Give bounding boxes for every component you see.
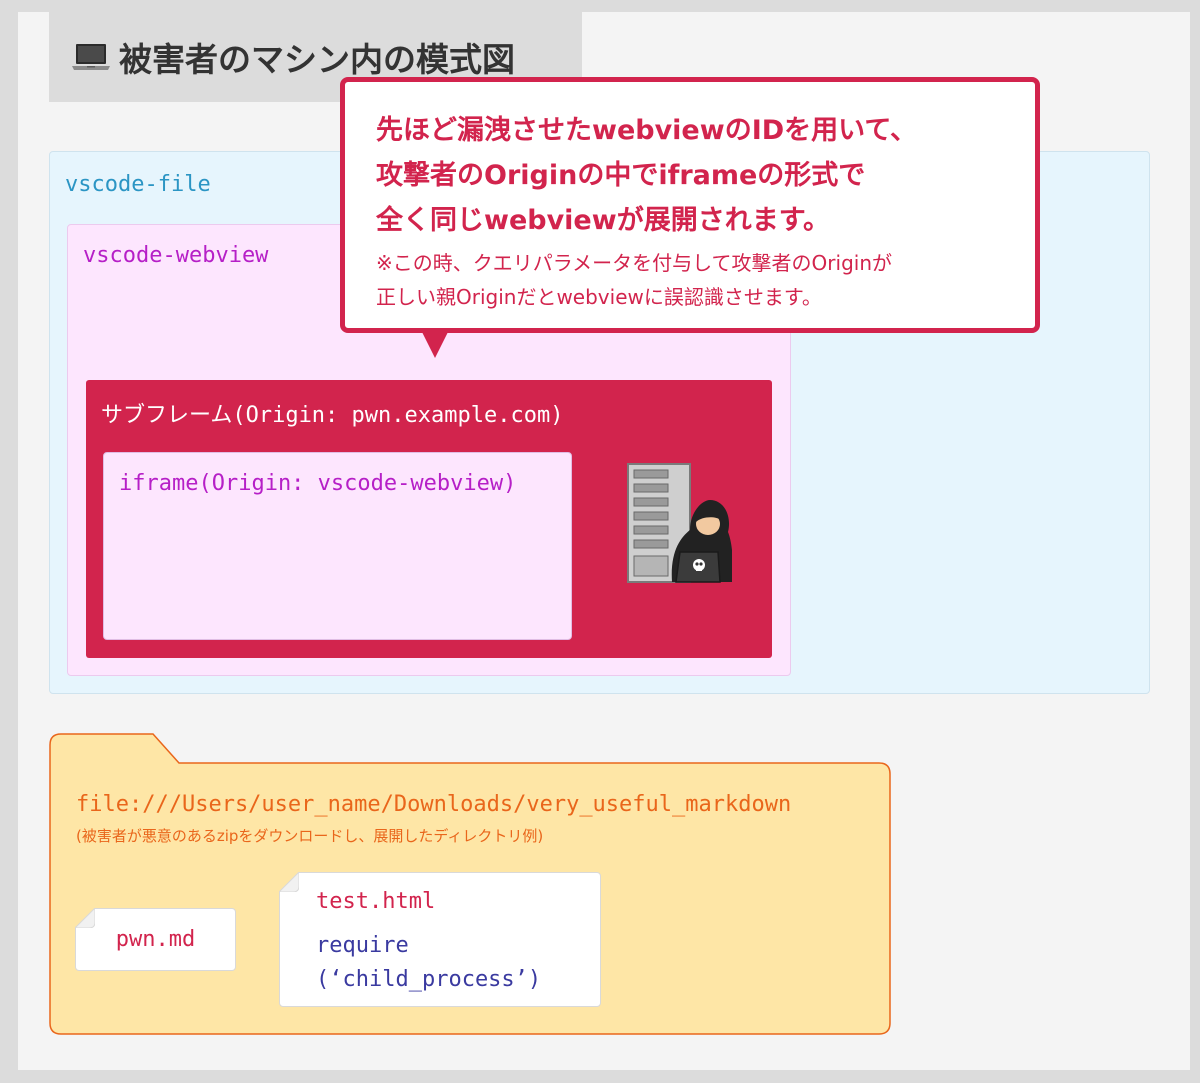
callout-main-line: 全く同じwebviewが展開されます。 — [376, 205, 830, 236]
callout-main-line: 攻撃者のOriginの中でiframeの形式で — [376, 160, 866, 191]
callout-tail — [420, 328, 450, 358]
file-name: pwn.md — [115, 927, 196, 952]
vscode-file-label: vscode-file — [65, 172, 211, 197]
laptop-icon — [72, 44, 110, 70]
callout-note-text: ※この時、クエリパラメータを付与して攻撃者のOriginが 正しい親Origin… — [376, 246, 1035, 314]
subframe-label: サブフレーム(Origin: pwn.example.com) — [101, 403, 564, 428]
file-name: test.html — [316, 889, 436, 914]
folder-path: file:///Users/user_name/Downloads/very_u… — [76, 792, 792, 817]
callout-main-line: 先ほど漏洩させたwebviewのIDを用いて、 — [376, 115, 917, 146]
vscode-webview-label: vscode-webview — [83, 243, 269, 268]
folder-note: (被害者が悪意のあるzipをダウンロードし、展開したディレクトリ例) — [76, 827, 544, 845]
callout-bubble: 先ほど漏洩させたwebviewのIDを用いて、 攻撃者のOriginの中でifr… — [340, 77, 1040, 333]
callout-main-text: 先ほど漏洩させたwebviewのIDを用いて、 攻撃者のOriginの中でifr… — [376, 108, 1035, 243]
file-test-html: test.html require (‘child_process’) — [279, 872, 601, 1007]
page-fold-icon — [75, 908, 95, 928]
code-line: require — [316, 933, 409, 958]
page-fold-icon — [279, 872, 299, 892]
iframe-label: iframe(Origin: vscode-webview) — [119, 471, 517, 496]
code-line: (‘child_process’) — [316, 967, 542, 992]
callout-note-line: 正しい親Originだとwebviewに誤認識させます。 — [376, 285, 822, 309]
hacker-with-server-icon — [627, 463, 732, 583]
callout-note-line: ※この時、クエリパラメータを付与して攻撃者のOriginが — [376, 251, 893, 275]
file-code: require (‘child_process’) — [316, 929, 541, 997]
page-title: 被害者のマシン内の模式図 — [119, 40, 515, 79]
file-pwn-md: pwn.md — [75, 908, 236, 971]
iframe-box: iframe(Origin: vscode-webview) — [103, 452, 572, 640]
